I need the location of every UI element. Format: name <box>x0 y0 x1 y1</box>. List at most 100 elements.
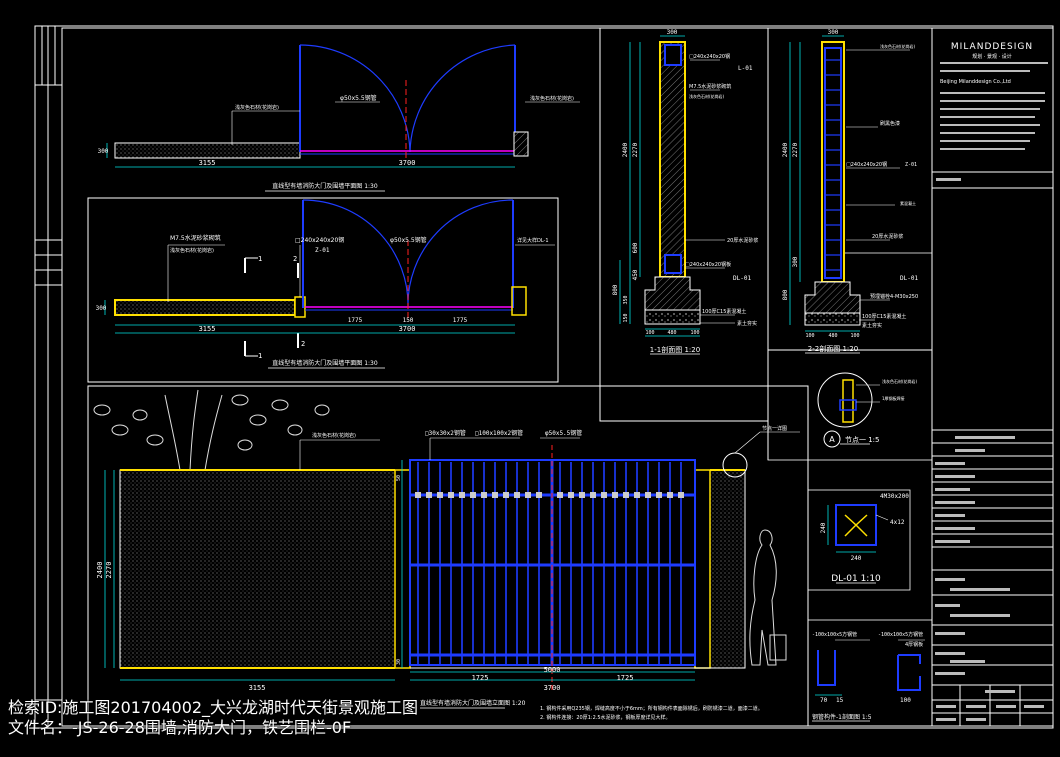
sec2-label-f3: 素土夯实 <box>862 322 882 329</box>
sec1-dim-b2: 480 <box>667 330 676 336</box>
gate-rivet <box>667 492 673 498</box>
elev-label-coping: 浅灰色石材(花岗岩) <box>312 432 356 439</box>
detail-steel-l3: 4厚钢板 <box>905 641 923 648</box>
elev-dim-h3: 50 <box>396 475 402 481</box>
sec2-title: 2-2剖面图 1:20 <box>808 344 858 353</box>
sec2-dim-top: 300 <box>828 29 839 36</box>
plan-mid-label-rod: φ50x5.5钢管 <box>390 236 427 244</box>
plan-top-label-coping: 浅灰色石材(花岗岩) <box>235 104 279 111</box>
detail-a-title: 节点一 1:5 <box>845 436 880 444</box>
brand-subtitle: 规划 · 景观 · 设计 <box>972 53 1012 60</box>
sec2-dim-h3: 300 <box>792 256 799 267</box>
sec1-dim-h3: 600 <box>632 242 639 253</box>
elev-note-2: 2. 钢构件连接：20厚1:2.5水泥砂浆，钢板厚度详见大样。 <box>540 714 671 721</box>
plan-mid-title: 直线型有墙消防大门及围墙平面图 1:30 <box>272 359 378 367</box>
detail-dl01-side: 240 <box>820 522 827 533</box>
sec1-title: 1-1剖面图 1:20 <box>650 345 700 354</box>
gate-rivet <box>426 492 432 498</box>
sec2-dim-h4: 800 <box>782 289 789 300</box>
detail-steel-l1: -100x100x5方钢管 <box>812 631 857 638</box>
sec1-dim-h2: 2270 <box>632 142 639 157</box>
plan-mid-dim-half2: 1775 <box>453 317 468 324</box>
sec2-label-fill: 素混凝土 <box>900 200 916 206</box>
sec2-dim-h1: 2400 <box>782 142 789 157</box>
elev-label-node: 节点一详图 <box>762 425 787 432</box>
plan-top-label-rod: φ50x5.5钢管 <box>340 94 377 102</box>
plan-mid-dim-half1: 1775 <box>348 317 363 324</box>
sec1-label-f3: 素土夯实 <box>737 320 757 327</box>
elev-label-rod: φ50x5.5钢管 <box>545 429 582 437</box>
plan-top-label-side: 浅灰色石材(花岗岩) <box>530 95 574 102</box>
plan-mid-dim-left: 3155 <box>199 325 216 333</box>
detail-steel-l2: -100x100x5方钢管 <box>878 631 923 638</box>
plan-mid-label-detail: 详见大样DL-1 <box>517 237 549 244</box>
detail-a-label1: 浅灰色石材(花岗岩) <box>882 378 918 384</box>
detail-dl01-bottom: 240 <box>851 555 862 562</box>
sec2-label-paint: 刷黑色漆 <box>880 120 900 127</box>
elevation <box>87 385 809 727</box>
gate-rivet <box>492 492 498 498</box>
plan-top <box>106 44 580 168</box>
sec2-label-post-tag: Z-01 <box>905 162 917 168</box>
gate-rivet <box>656 492 662 498</box>
sec1-label-m75: M7.5水泥砂浆砌筑 <box>689 83 731 90</box>
sec1-dim-h4: 450 <box>632 269 639 280</box>
title-block-fill-bars <box>935 62 1048 721</box>
detail-dl01-right: 4x12 <box>890 519 905 526</box>
detail-steel-title: 钢管构件-1剖面图 1:5 <box>812 713 872 721</box>
brand-company-en: Beijing Milanddesign Co.,Ltd <box>940 79 1011 85</box>
sec1-dim-c1: 350 <box>623 295 629 304</box>
gate-rivet <box>437 492 443 498</box>
gate-rivet <box>448 492 454 498</box>
gate-rivet <box>514 492 520 498</box>
gate-rivet <box>470 492 476 498</box>
plan-mid-label-post-tag: Z-01 <box>315 247 330 254</box>
brand-logo-text: MILANDDESIGN <box>951 42 1033 52</box>
detail-a-mark: A <box>829 435 835 444</box>
elev-dim-total: 3700 <box>544 684 561 692</box>
elev-dim-half2: 1725 <box>617 674 634 682</box>
plan-mid-dim-gate: 3700 <box>399 325 416 333</box>
elev-title: 直线型有墙消防大门及围墙立面图 1:20 <box>420 699 526 707</box>
gate-rivet <box>557 492 563 498</box>
cad-drawing-sheet: MILANDDESIGN 规划 · 景观 · 设计 Beijing Miland… <box>34 25 1054 729</box>
gate-rivet <box>503 492 509 498</box>
gate-rivet <box>579 492 585 498</box>
plan-mid-label-post: □240x240x20钢 <box>295 236 344 244</box>
elev-dim-h1: 2400 <box>96 562 104 579</box>
sec2-dim-h2: 2270 <box>792 142 799 157</box>
elev-dim-left: 3155 <box>249 684 266 692</box>
sec2-label-post: □240x240x20钢 <box>846 161 887 168</box>
section-2-2 <box>767 28 932 460</box>
sec1-label-f1: 20厚水泥砂浆 <box>727 237 758 244</box>
sec1-label-f2: 100厚C15素混凝土 <box>702 308 746 315</box>
sec2-dim-b1: 100 <box>805 333 814 339</box>
sec1-label-stone: 浅灰色石材(花岗岩) <box>689 93 725 99</box>
gate-rivet <box>525 492 531 498</box>
detail-steel-d1: 70 <box>820 697 828 704</box>
sec1-label-cap-tag: L-01 <box>738 65 753 72</box>
plan-top-dim-gate: 3700 <box>399 159 416 167</box>
plan-top-dim-side: 300 <box>98 148 109 155</box>
elev-label-rails: □100x100x2钢管 <box>475 429 523 437</box>
detail-dl01-title: DL-01 1:10 <box>831 574 881 584</box>
elev-label-bars: □30x30x2钢管 <box>425 429 466 437</box>
sec2-dim-b3: 100 <box>850 333 859 339</box>
plan-mid-sec1-top: 1 <box>258 255 262 263</box>
sec1-dim-b1: 100 <box>645 330 654 336</box>
gate-rivet <box>415 492 421 498</box>
gate-rivet <box>645 492 651 498</box>
plan-mid-sec1-bottom: 1 <box>258 352 262 360</box>
elev-dim-half1: 1725 <box>472 674 489 682</box>
sec1-dim-b3: 100 <box>690 330 699 336</box>
sec2-label-f1: 20厚水泥砂浆 <box>872 233 903 240</box>
sec2-label-anchor: 预埋锚栓4-M30x250 <box>870 293 918 300</box>
plan-top-dim-left: 3155 <box>199 159 216 167</box>
sec2-dim-b2: 480 <box>828 333 837 339</box>
gate-rivet <box>536 492 542 498</box>
gate-rivet <box>481 492 487 498</box>
detail-steel-d3: 100 <box>900 697 911 704</box>
sec1-label-pl: □240x240x20钢板 <box>685 261 731 268</box>
gate-rivet <box>678 492 684 498</box>
detail-steel-d2: 15 <box>836 697 844 704</box>
